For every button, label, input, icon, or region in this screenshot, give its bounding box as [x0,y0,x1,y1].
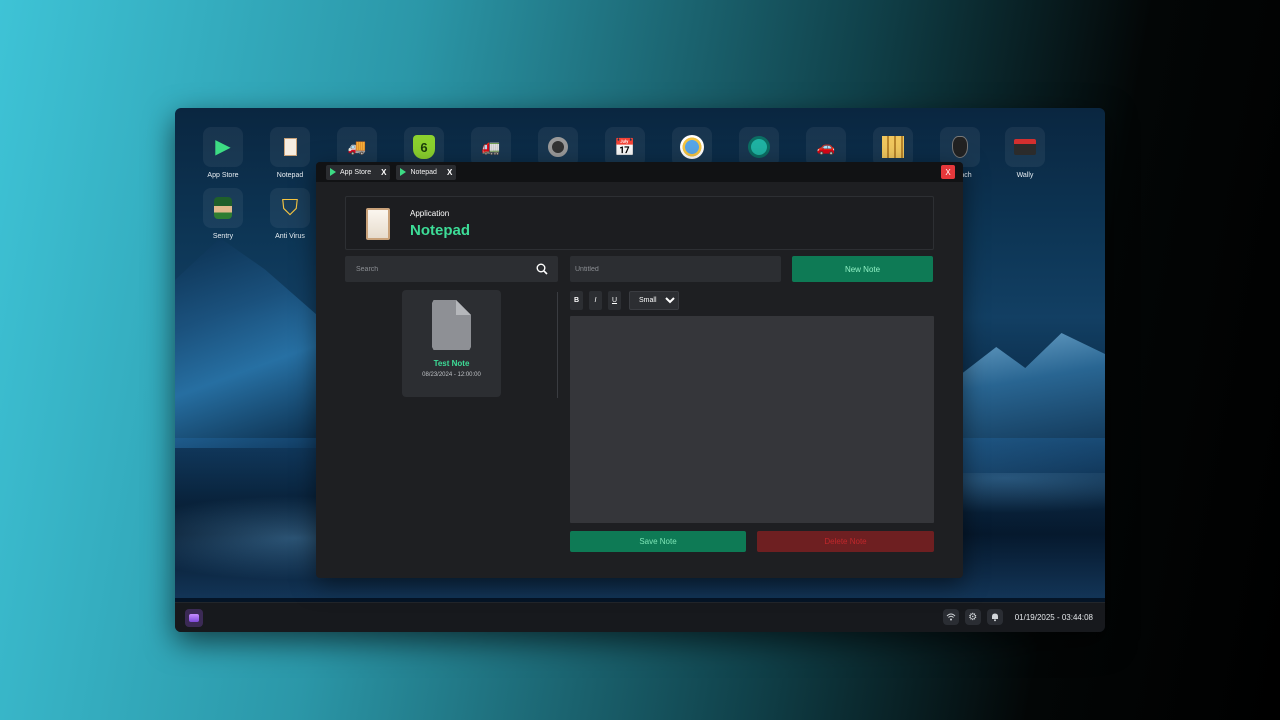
note-date: 08/23/2024 - 12:00:00 [422,372,481,378]
italic-button[interactable]: I [589,291,602,310]
desktop-icon-sentry[interactable]: Sentry [193,188,253,240]
desktop-icon-label: Wally [1016,172,1034,179]
yellow-grid-icon [873,127,913,167]
teal-circle-icon [739,127,779,167]
panel-divider [557,292,558,398]
sentry-icon [203,188,243,228]
bell-icon[interactable] [986,609,1003,625]
desktop-icon-anti-virus[interactable]: ⛉ Anti Virus [260,188,320,240]
desktop-icon-red-car[interactable]: 🚗 [796,127,856,167]
notepad-window: App Store X Notepad X X Application Note… [316,162,963,578]
desktop-icon-calendar[interactable]: 📅 [595,127,655,167]
bold-button[interactable]: B [570,291,583,310]
wifi-icon[interactable] [942,609,959,625]
desktop-icon-teal-circle[interactable] [729,127,789,167]
search-box [345,256,558,282]
notepad-icon [270,127,310,167]
tab-label: Notepad [410,168,437,176]
app-title: Notepad [410,222,470,239]
green-shield-6-icon: 6 [404,127,444,167]
tab-notepad[interactable]: Notepad X [396,164,457,180]
desktop-icon-globe-badge[interactable] [662,127,722,167]
red-car-icon: 🚗 [806,127,846,167]
search-icon[interactable] [536,263,548,275]
taskbar-clock: 01/19/2025 - 03:44:08 [1014,612,1093,622]
note-name: Test Note [433,359,470,368]
note-title-input[interactable] [570,256,781,282]
gear-icon[interactable]: ⚙ [964,609,981,625]
desktop-icon-yellow-grid[interactable] [863,127,923,167]
tab-app-store[interactable]: App Store X [326,164,391,180]
desktop-icon-turbo[interactable] [528,127,588,167]
desktop-icon-green-truck[interactable]: 🚛 [461,127,521,167]
start-menu-icon [189,614,199,622]
new-note-button[interactable]: New Note [792,256,933,282]
file-icon [432,300,471,350]
desktop-icon-notepad[interactable]: Notepad [260,127,320,179]
desktop-icon-delivery-truck[interactable]: 🚚 [327,127,387,167]
search-input[interactable] [345,256,558,282]
font-size-select[interactable]: Small [629,291,679,310]
note-editor[interactable] [570,316,934,523]
desktop-icon-badge-6[interactable]: 6 [394,127,454,167]
play-store-icon [400,168,407,176]
tab-close-button[interactable]: X [381,168,386,177]
delete-note-button[interactable]: Delete Note [757,531,934,552]
tab-close-button[interactable]: X [447,168,452,177]
desktop-icon-label: App Store [207,172,239,179]
turbo-icon [538,127,578,167]
globe-badge-icon [672,127,712,167]
play-store-icon [330,168,336,176]
wallpaper-mountain-left [175,238,325,448]
desktop-icon-label: Notepad [276,172,304,179]
desktop-icon-app-store[interactable]: ▶ App Store [193,127,253,179]
window-close-button[interactable]: X [941,165,955,179]
note-card[interactable]: Test Note 08/23/2024 - 12:00:00 [402,290,501,397]
system-tray: ⚙ 01/19/2025 - 03:44:08 [942,609,1093,625]
window-tab-bar: App Store X Notepad X X [316,162,963,182]
save-note-button[interactable]: Save Note [570,531,746,552]
delivery-truck-icon: 🚚 [337,127,377,167]
calendar-icon: 📅 [605,127,645,167]
taskbar: ⚙ 01/19/2025 - 03:44:08 [175,602,1105,632]
desktop-icon-label: Anti Virus [275,233,305,240]
tab-label: App Store [340,168,372,176]
green-truck-icon: 🚛 [471,127,511,167]
wallet-icon [1005,127,1045,167]
underline-button[interactable]: U [608,291,621,310]
file-fold [456,300,471,315]
play-store-icon: ▶ [203,127,243,167]
app-header: Application Notepad [345,196,934,250]
app-kicker: Application [410,209,450,218]
start-menu-button[interactable] [185,609,203,627]
desktop-icon-wally[interactable]: Wally [995,127,1055,179]
shield-icon: ⛉ [270,188,310,228]
mask-icon [940,127,980,167]
desktop-icon-label: Sentry [212,233,234,240]
notepad-icon [366,208,390,240]
